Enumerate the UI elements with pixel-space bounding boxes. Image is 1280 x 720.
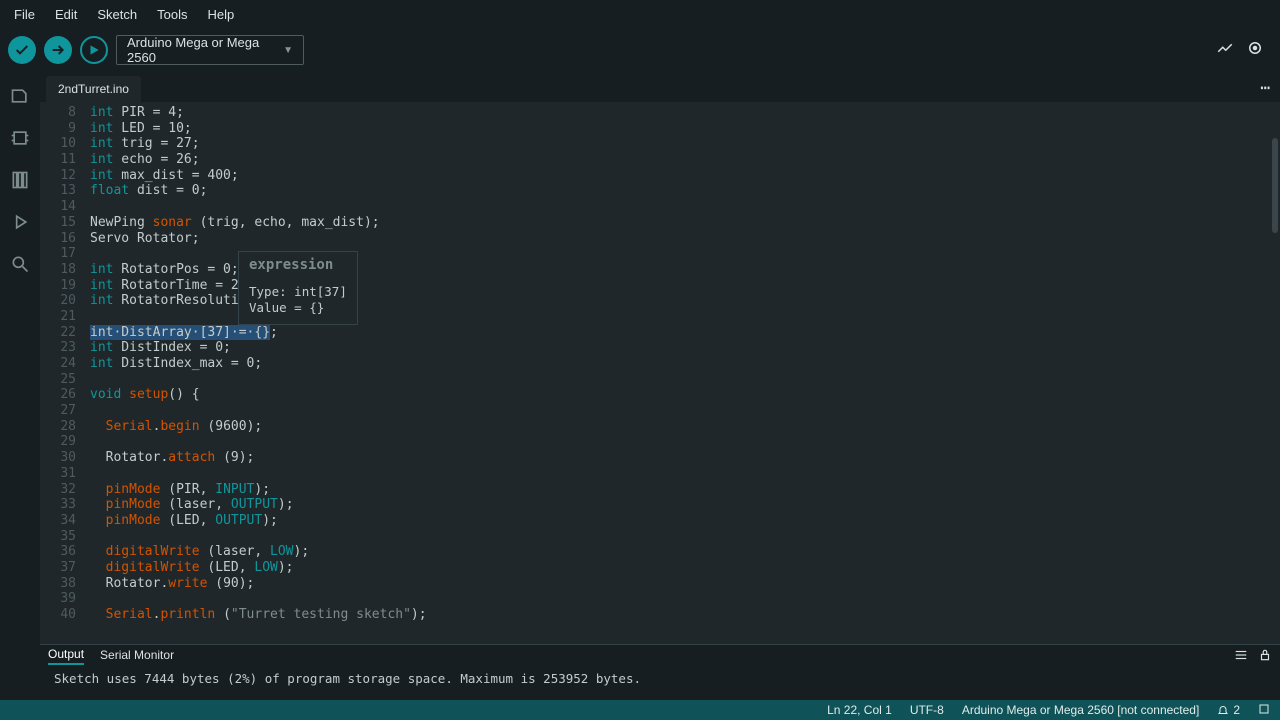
debug-button[interactable] <box>80 36 108 64</box>
code-line[interactable]: int echo = 26; <box>90 152 1280 168</box>
tooltip-type-value: int[37] <box>287 284 347 299</box>
code-line[interactable]: int LED = 10; <box>90 121 1280 137</box>
menu-tools[interactable]: Tools <box>147 3 197 26</box>
code-line[interactable]: int max_dist = 400; <box>90 168 1280 184</box>
notification-count: 2 <box>1233 703 1240 717</box>
code-line[interactable]: int DistIndex = 0; <box>90 340 1280 356</box>
menu-help[interactable]: Help <box>197 3 244 26</box>
tooltip-value-value: {} <box>309 300 324 315</box>
code-line[interactable]: Serial.println ("Turret testing sketch")… <box>90 607 1280 623</box>
chevron-down-icon: ▼ <box>283 45 293 56</box>
serial-plotter-icon[interactable] <box>1216 39 1234 61</box>
code-line[interactable]: Rotator.write (90); <box>90 576 1280 592</box>
output-lock-icon[interactable] <box>1258 648 1272 665</box>
output-tabs: Output Serial Monitor <box>40 645 1280 667</box>
output-panel: Output Serial Monitor Sketch uses 7444 b… <box>40 644 1280 700</box>
status-close-icon[interactable] <box>1258 703 1270 718</box>
activity-bar <box>0 72 40 700</box>
code-line[interactable]: float dist = 0; <box>90 183 1280 199</box>
menu-file[interactable]: File <box>4 3 45 26</box>
menubar: File Edit Sketch Tools Help <box>0 0 1280 28</box>
code-line[interactable]: NewPing sonar (trig, echo, max_dist); <box>90 215 1280 231</box>
line-gutter: 8910111213141516171819202122232425262728… <box>40 102 90 644</box>
code-line[interactable]: digitalWrite (laser, LOW); <box>90 544 1280 560</box>
code-line[interactable] <box>90 372 1280 388</box>
status-notifications[interactable]: 2 <box>1217 703 1240 717</box>
tooltip-heading: expression <box>249 258 347 274</box>
tab-bar: 2ndTurret.ino ⋯ <box>40 72 1280 102</box>
toolbar: Arduino Mega or Mega 2560 ▼ <box>0 28 1280 72</box>
output-options-icon[interactable] <box>1234 648 1248 665</box>
tooltip-value-label: Value = <box>249 300 309 315</box>
code-line[interactable]: Serial.begin (9600); <box>90 419 1280 435</box>
scrollbar[interactable] <box>1270 102 1280 644</box>
code-line[interactable]: pinMode (PIR, INPUT); <box>90 482 1280 498</box>
code-line[interactable]: void setup() { <box>90 387 1280 403</box>
board-selector[interactable]: Arduino Mega or Mega 2560 ▼ <box>116 35 304 65</box>
code-line[interactable] <box>90 403 1280 419</box>
tab-overflow-icon[interactable]: ⋯ <box>1260 78 1270 97</box>
file-tab[interactable]: 2ndTurret.ino <box>46 76 141 102</box>
output-tab[interactable]: Output <box>48 647 84 665</box>
editor-pane: 2ndTurret.ino ⋯ 891011121314151617181920… <box>40 72 1280 700</box>
code-line[interactable]: int DistIndex_max = 0; <box>90 356 1280 372</box>
board-selector-label: Arduino Mega or Mega 2560 <box>127 35 283 65</box>
debug-icon[interactable] <box>10 212 30 236</box>
main-area: 2ndTurret.ino ⋯ 891011121314151617181920… <box>0 72 1280 700</box>
sketchbook-icon[interactable] <box>10 86 30 110</box>
scrollbar-thumb[interactable] <box>1272 138 1278 233</box>
menu-sketch[interactable]: Sketch <box>87 3 147 26</box>
code-line[interactable] <box>90 591 1280 607</box>
code-line[interactable]: pinMode (LED, OUTPUT); <box>90 513 1280 529</box>
code-line[interactable]: Rotator.attach (9); <box>90 450 1280 466</box>
code-line[interactable]: pinMode (laser, OUTPUT); <box>90 497 1280 513</box>
status-cursor-pos: Ln 22, Col 1 <box>827 703 892 717</box>
output-message: Sketch uses 7444 bytes (2%) of program s… <box>40 667 1280 700</box>
boards-manager-icon[interactable] <box>10 128 30 152</box>
code-line[interactable]: int trig = 27; <box>90 136 1280 152</box>
code-line[interactable] <box>90 466 1280 482</box>
menu-edit[interactable]: Edit <box>45 3 87 26</box>
code-line[interactable] <box>90 529 1280 545</box>
code-line[interactable]: int·DistArray·[37]·=·{}; <box>90 325 1280 341</box>
upload-button[interactable] <box>44 36 72 64</box>
status-bar: Ln 22, Col 1 UTF-8 Arduino Mega or Mega … <box>0 700 1280 720</box>
hover-tooltip: expression Type: int[37] Value = {} <box>238 251 358 325</box>
code-line[interactable]: int PIR = 4; <box>90 105 1280 121</box>
status-board[interactable]: Arduino Mega or Mega 2560 [not connected… <box>962 703 1200 717</box>
code-area[interactable]: expression Type: int[37] Value = {} int … <box>90 102 1280 644</box>
verify-button[interactable] <box>8 36 36 64</box>
status-encoding: UTF-8 <box>910 703 944 717</box>
code-line[interactable] <box>90 199 1280 215</box>
code-line[interactable]: digitalWrite (LED, LOW); <box>90 560 1280 576</box>
code-editor[interactable]: 8910111213141516171819202122232425262728… <box>40 102 1280 644</box>
serial-monitor-icon[interactable] <box>1246 39 1264 61</box>
search-icon[interactable] <box>10 254 30 278</box>
serial-monitor-tab[interactable]: Serial Monitor <box>100 648 174 664</box>
library-manager-icon[interactable] <box>10 170 30 194</box>
code-line[interactable] <box>90 434 1280 450</box>
code-line[interactable]: Servo Rotator; <box>90 231 1280 247</box>
tooltip-type-label: Type: <box>249 284 287 299</box>
